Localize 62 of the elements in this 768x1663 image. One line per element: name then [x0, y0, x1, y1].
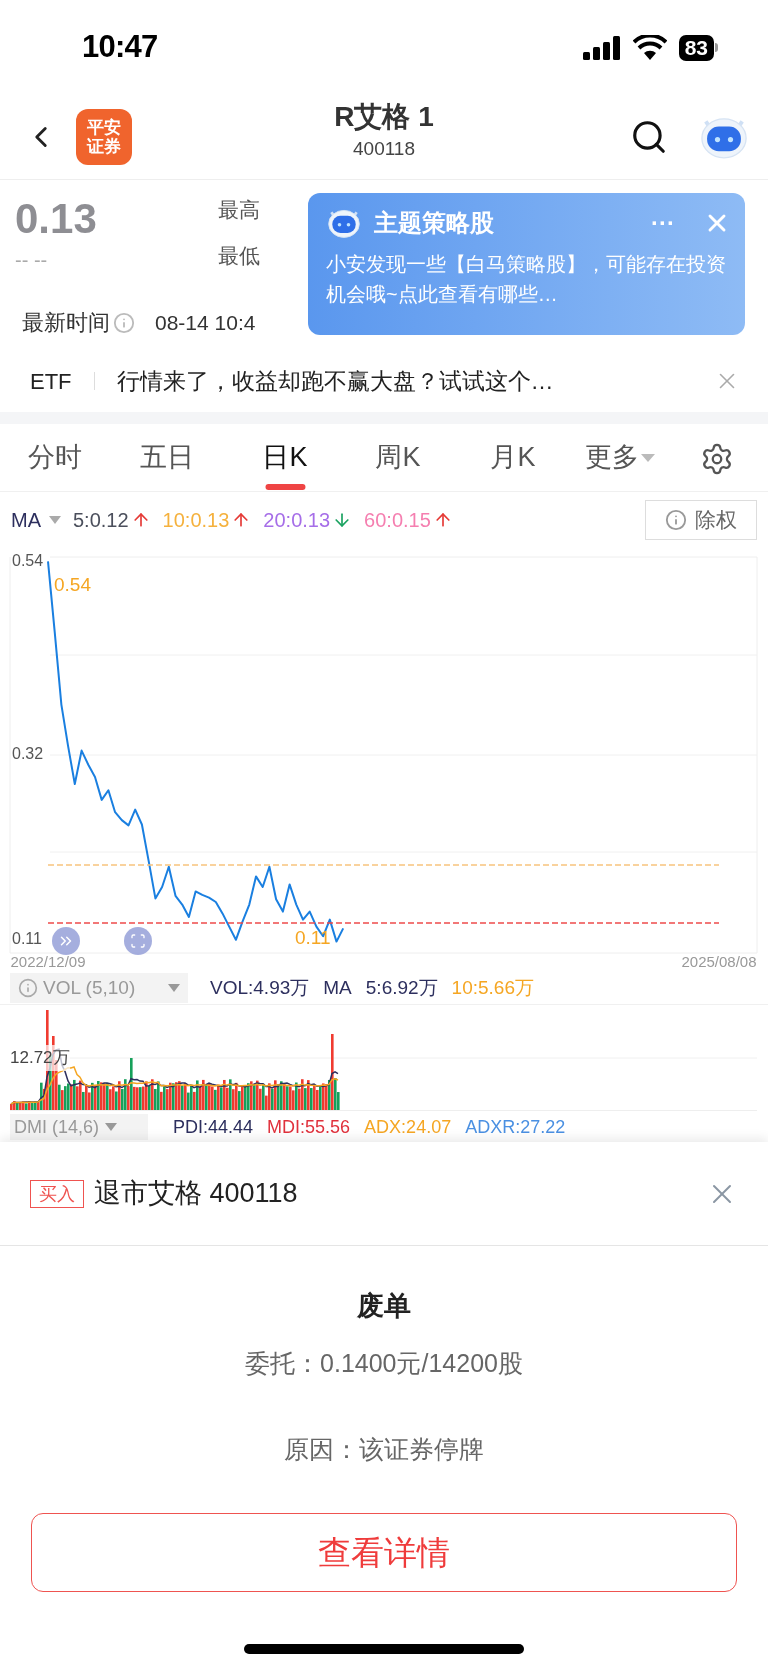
- price-change: -- --: [15, 248, 49, 272]
- dmi-value: PDI:44.44: [173, 1115, 254, 1139]
- ma-value: 20:0.13: [263, 507, 331, 533]
- fast-forward-button[interactable]: [52, 927, 80, 955]
- date-label: 2025/08/08: [681, 953, 757, 970]
- date-label: 2022/12/09: [10, 953, 86, 970]
- quote-label: 最高: [218, 197, 260, 223]
- stock-code: 400118: [353, 137, 415, 161]
- time-value: 08-14 10:4: [155, 309, 256, 336]
- ma-value: 10:0.13: [162, 507, 230, 533]
- volume-value: 5:6.92万: [365, 975, 438, 1000]
- indicator-name[interactable]: MA: [11, 504, 41, 535]
- battery-indicator: 83: [678, 34, 718, 61]
- popup-title: 主题策略股: [374, 208, 494, 238]
- current-price: 0.13: [15, 194, 98, 244]
- ex-rights-button[interactable]: 除权: [645, 499, 757, 540]
- period-tab[interactable]: 分时: [24, 424, 86, 491]
- max-price-label: 0.54: [54, 574, 91, 596]
- period-tab[interactable]: 日K: [258, 424, 312, 491]
- wifi-icon: [632, 35, 667, 60]
- quote-label: 最低: [218, 243, 260, 269]
- popup-message: 小安发现一些【白马策略股】，可能存在投资机会哦~点此查看有哪些…: [326, 252, 727, 307]
- info-icon: [665, 508, 687, 531]
- volume-scale-label: 12.72万: [10, 1045, 70, 1071]
- stock-title: R艾格 1: [334, 100, 434, 134]
- time-label: 最新时间: [22, 309, 110, 337]
- search-icon[interactable]: [630, 118, 668, 156]
- period-tab[interactable]: 月K: [486, 424, 540, 491]
- settings-icon[interactable]: [700, 442, 734, 476]
- order-reason: 原因：该证券停牌: [284, 1434, 484, 1465]
- view-details-button[interactable]: 查看详情: [31, 1513, 737, 1592]
- volume-value: VOL:4.93万: [210, 975, 310, 1000]
- period-tab[interactable]: 更多: [581, 424, 659, 491]
- clock-time: 10:47: [82, 28, 158, 67]
- info-icon[interactable]: [113, 311, 135, 334]
- axis-label: 0.11: [12, 930, 42, 948]
- min-price-label: 0.11: [294, 926, 331, 948]
- info-icon: [18, 978, 38, 998]
- period-tab[interactable]: 五日: [136, 424, 198, 491]
- volume-value: 10:5.66万: [451, 975, 534, 1000]
- order-title: 退市艾格 400118: [94, 1177, 298, 1211]
- ma-value: 60:0.15: [364, 507, 431, 533]
- axis-label: 0.32: [12, 745, 44, 763]
- caret-icon[interactable]: [49, 515, 61, 524]
- broker-logo: 平安 证券: [76, 109, 132, 165]
- ad-text[interactable]: 行情来了，收益却跑不赢大盘？试试这个…: [116, 363, 554, 399]
- axis-label: 0.54: [12, 551, 44, 569]
- order-status: 废单: [357, 1290, 411, 1323]
- dmi-value: ADX:24.07: [364, 1115, 452, 1139]
- dmi-value: MDI:55.56: [267, 1115, 351, 1139]
- dmi-value: ADXR:27.22: [465, 1115, 566, 1139]
- side-tag: 买入: [30, 1179, 84, 1208]
- volume-value: MA: [323, 975, 352, 1000]
- ad-tag: ETF: [30, 364, 72, 398]
- signal-icon: [582, 35, 621, 60]
- ma-value: 5:0.12: [73, 507, 129, 533]
- order-detail: 委托：0.1400元/14200股: [245, 1348, 523, 1379]
- caret-icon[interactable]: [168, 984, 180, 992]
- expand-icon[interactable]: [130, 933, 146, 949]
- expand-button[interactable]: [124, 927, 152, 955]
- caret-icon[interactable]: [105, 1123, 118, 1131]
- period-tab[interactable]: 周K: [371, 424, 425, 491]
